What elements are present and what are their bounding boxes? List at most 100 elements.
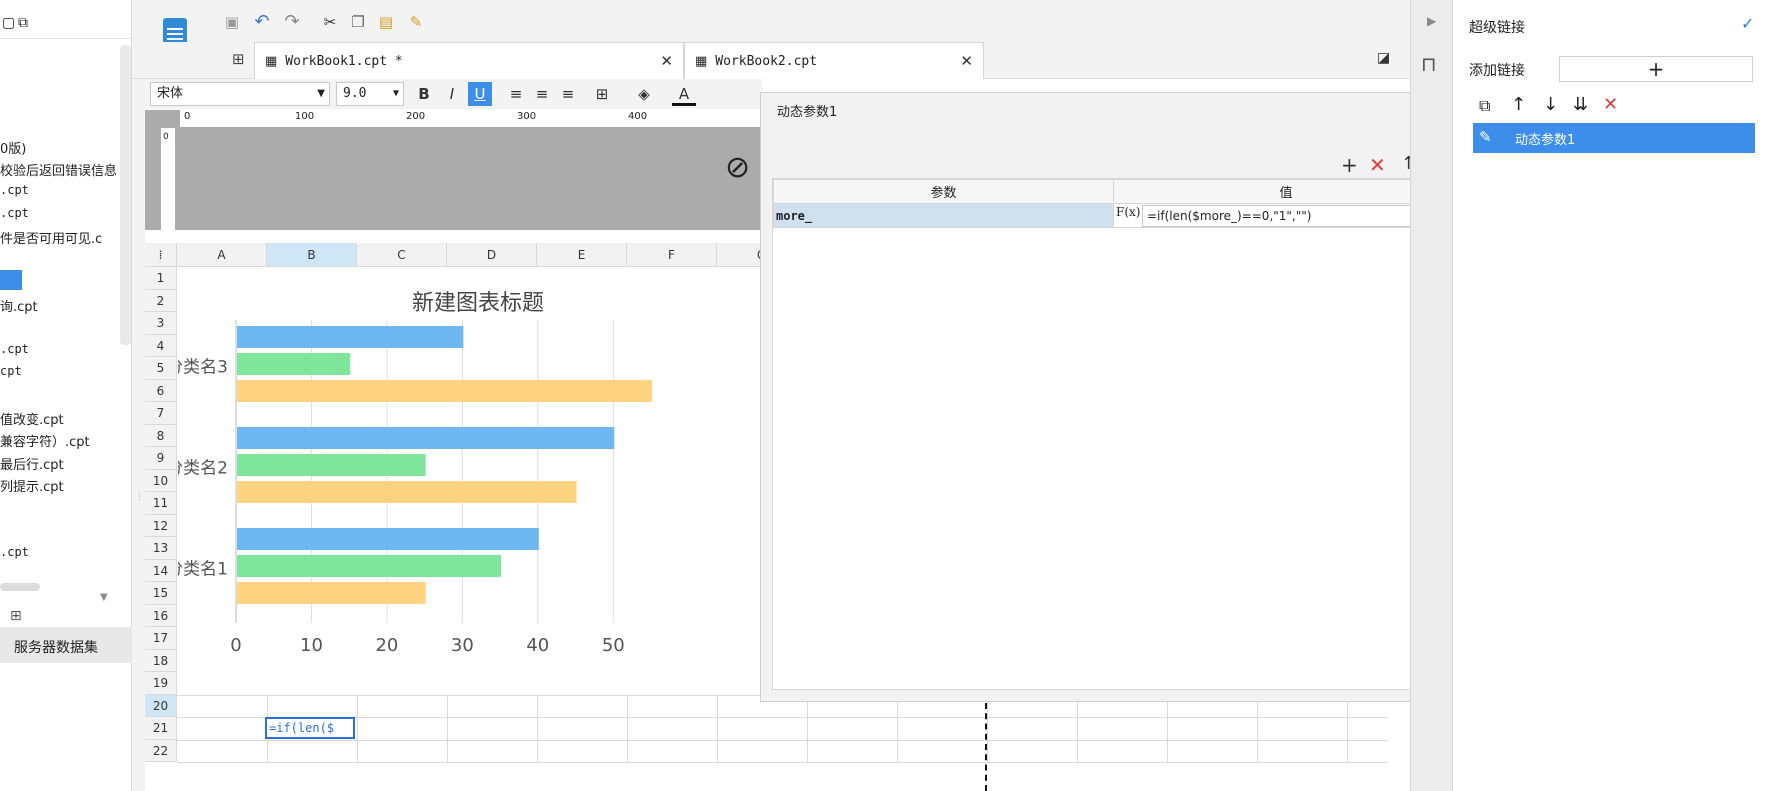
server-dataset-header[interactable]: 服务器数据集 — [0, 627, 132, 663]
file-list-item[interactable]: 列提示.cpt — [0, 476, 64, 495]
column-header[interactable]: C — [357, 243, 447, 267]
column-header[interactable]: E — [537, 243, 627, 267]
align-left-icon[interactable]: ≡ — [504, 82, 528, 106]
file-list-item[interactable]: 0版) — [0, 138, 26, 157]
fill-color-icon[interactable]: ◈ — [632, 82, 656, 106]
param-name-cell[interactable]: more_ — [773, 203, 1114, 228]
format-toolbar: 宋体 ▼ 9.0 ▼ B I U ≡ ≡ ≡ ⊞ ◈ A — [132, 79, 762, 109]
row-header[interactable]: 12 — [145, 514, 177, 537]
collapse-down-icon[interactable]: ▼ — [100, 592, 108, 603]
cell-attr-icon[interactable]: ⊓ — [1421, 52, 1437, 76]
row-header[interactable]: 10 — [145, 469, 177, 492]
column-header[interactable]: F — [627, 243, 717, 267]
format-painter-icon[interactable]: ✎ — [404, 10, 428, 34]
apply-check-icon[interactable]: ✓ — [1741, 14, 1754, 33]
row-header[interactable]: 21 — [145, 717, 177, 740]
expand-right-icon[interactable]: ▶ — [1427, 14, 1436, 28]
row-header[interactable]: 6 — [145, 379, 177, 402]
align-center-icon[interactable]: ≡ — [530, 82, 554, 106]
param-value-input[interactable]: =if(len($more_)==0,"1","") — [1142, 205, 1452, 227]
tab-workbook1[interactable]: ▦ WorkBook1.cpt * ✕ — [254, 42, 684, 79]
table-row[interactable]: more_ F(x) =if(len($more_)==0,"1","") — [773, 203, 1459, 228]
row-header[interactable]: 16 — [145, 604, 177, 627]
copy-icon-toolbar[interactable]: ❐ — [346, 10, 370, 34]
file-list-item[interactable]: 校验后返回错误信息 — [0, 160, 117, 179]
hyperlink-item[interactable]: ✎ 动态参数1 — [1473, 123, 1755, 153]
row-header[interactable]: 4 — [145, 334, 177, 357]
left-horizontal-scrollbar[interactable] — [0, 583, 40, 591]
file-list-item[interactable]: .cpt — [0, 183, 29, 197]
row-header[interactable]: 15 — [145, 582, 177, 605]
grid-corner[interactable]: ⁞ — [145, 243, 177, 267]
row-header[interactable]: 1 — [145, 267, 177, 290]
param-value-cell[interactable]: F(x) =if(len($more_)==0,"1","") — [1113, 203, 1459, 228]
row-header[interactable]: 19 — [145, 672, 177, 695]
add-link-button[interactable]: + — [1559, 56, 1753, 82]
row-header[interactable]: 5 — [145, 357, 177, 380]
save-icon[interactable]: ▣ — [220, 10, 244, 34]
row-header[interactable]: 7 — [145, 402, 177, 425]
file-list-item[interactable]: 件是否可用可见.c — [0, 228, 102, 247]
file-list-item[interactable]: .cpt — [0, 342, 29, 356]
fx-icon[interactable]: F(x) — [1116, 205, 1140, 219]
category-label: 分类名1 — [178, 560, 228, 580]
border-icon[interactable]: ⊞ — [590, 82, 614, 106]
row-header[interactable]: 11 — [145, 492, 177, 515]
italic-icon[interactable]: I — [440, 82, 464, 106]
row-header[interactable]: 14 — [145, 559, 177, 582]
row-header[interactable]: 13 — [145, 537, 177, 560]
file-list-item[interactable]: 询.cpt — [0, 296, 38, 315]
column-header[interactable]: D — [447, 243, 537, 267]
grid-line — [177, 717, 1388, 718]
row-header[interactable]: 17 — [145, 627, 177, 650]
font-name-select[interactable]: 宋体 ▼ — [150, 82, 330, 106]
bar-chart[interactable]: 新建图表标题 0 10 20 30 40 50 分类名3 分类名2 分类名1 — [178, 268, 748, 708]
file-list-item[interactable]: cpt — [0, 364, 22, 378]
file-list-item[interactable]: .cpt — [0, 545, 29, 559]
row-header[interactable]: 3 — [145, 312, 177, 335]
cut-icon[interactable]: ✂ — [318, 10, 342, 34]
left-vertical-scrollbar[interactable] — [120, 45, 131, 345]
column-header[interactable]: B — [267, 243, 357, 267]
row-header[interactable]: 18 — [145, 649, 177, 672]
move-up-icon[interactable]: ↑ — [1511, 94, 1526, 115]
row-header[interactable]: 2 — [145, 289, 177, 312]
delete-icon[interactable]: ✕ — [1603, 94, 1618, 115]
move-down-icon[interactable]: ↓ — [1543, 94, 1558, 115]
align-right-icon[interactable]: ≡ — [556, 82, 580, 106]
selected-file-highlight[interactable] — [0, 270, 22, 290]
delete-icon[interactable]: ✕ — [1369, 153, 1386, 177]
font-size-select[interactable]: 9.0 ▼ — [336, 82, 404, 106]
add-icon[interactable]: + — [1341, 153, 1358, 177]
tab-menu-icon[interactable]: ◪ — [1377, 50, 1390, 66]
hidden-eye-icon[interactable]: ⊘ — [725, 150, 750, 185]
grid-line — [177, 739, 1388, 741]
bar — [237, 353, 351, 375]
redo-icon[interactable]: ↷ — [280, 10, 304, 34]
dataset-icon[interactable]: ⊞ — [10, 608, 22, 624]
row-header[interactable]: 8 — [145, 424, 177, 447]
sort-icon[interactable]: ⇊ — [1573, 94, 1588, 115]
paste-icon[interactable]: ▤ — [374, 10, 398, 34]
file-list-item[interactable]: 最后行.cpt — [0, 454, 64, 473]
copy-icon[interactable]: ⧉ — [18, 15, 28, 31]
row-header[interactable]: 22 — [145, 739, 177, 762]
bold-icon[interactable]: B — [412, 82, 436, 106]
file-list-item[interactable]: 兼容字符）.cpt — [0, 431, 90, 450]
new-sheet-icon[interactable]: ⊞ — [232, 50, 245, 68]
font-color-icon[interactable]: A — [672, 82, 696, 106]
column-header[interactable]: A — [177, 243, 267, 267]
splitter[interactable]: ◀ ⋮ — [132, 0, 145, 791]
file-list-item[interactable]: .cpt — [0, 206, 29, 220]
row-header[interactable]: 9 — [145, 447, 177, 470]
file-list-item[interactable]: 值改变.cpt — [0, 409, 64, 428]
tab-workbook2[interactable]: ▦ WorkBook2.cpt ✕ — [684, 42, 984, 79]
underline-icon[interactable]: U — [468, 82, 492, 106]
close-icon[interactable]: ✕ — [960, 52, 973, 70]
undo-icon[interactable]: ↶ — [250, 10, 274, 34]
row-header[interactable]: 20 — [145, 694, 177, 717]
copy-icon[interactable]: ⧉ — [1479, 96, 1490, 116]
close-icon[interactable]: ✕ — [660, 52, 673, 70]
left-toolbar-icon[interactable]: ▢ — [2, 15, 15, 31]
cell-editor[interactable]: =if(len($ — [265, 717, 355, 739]
